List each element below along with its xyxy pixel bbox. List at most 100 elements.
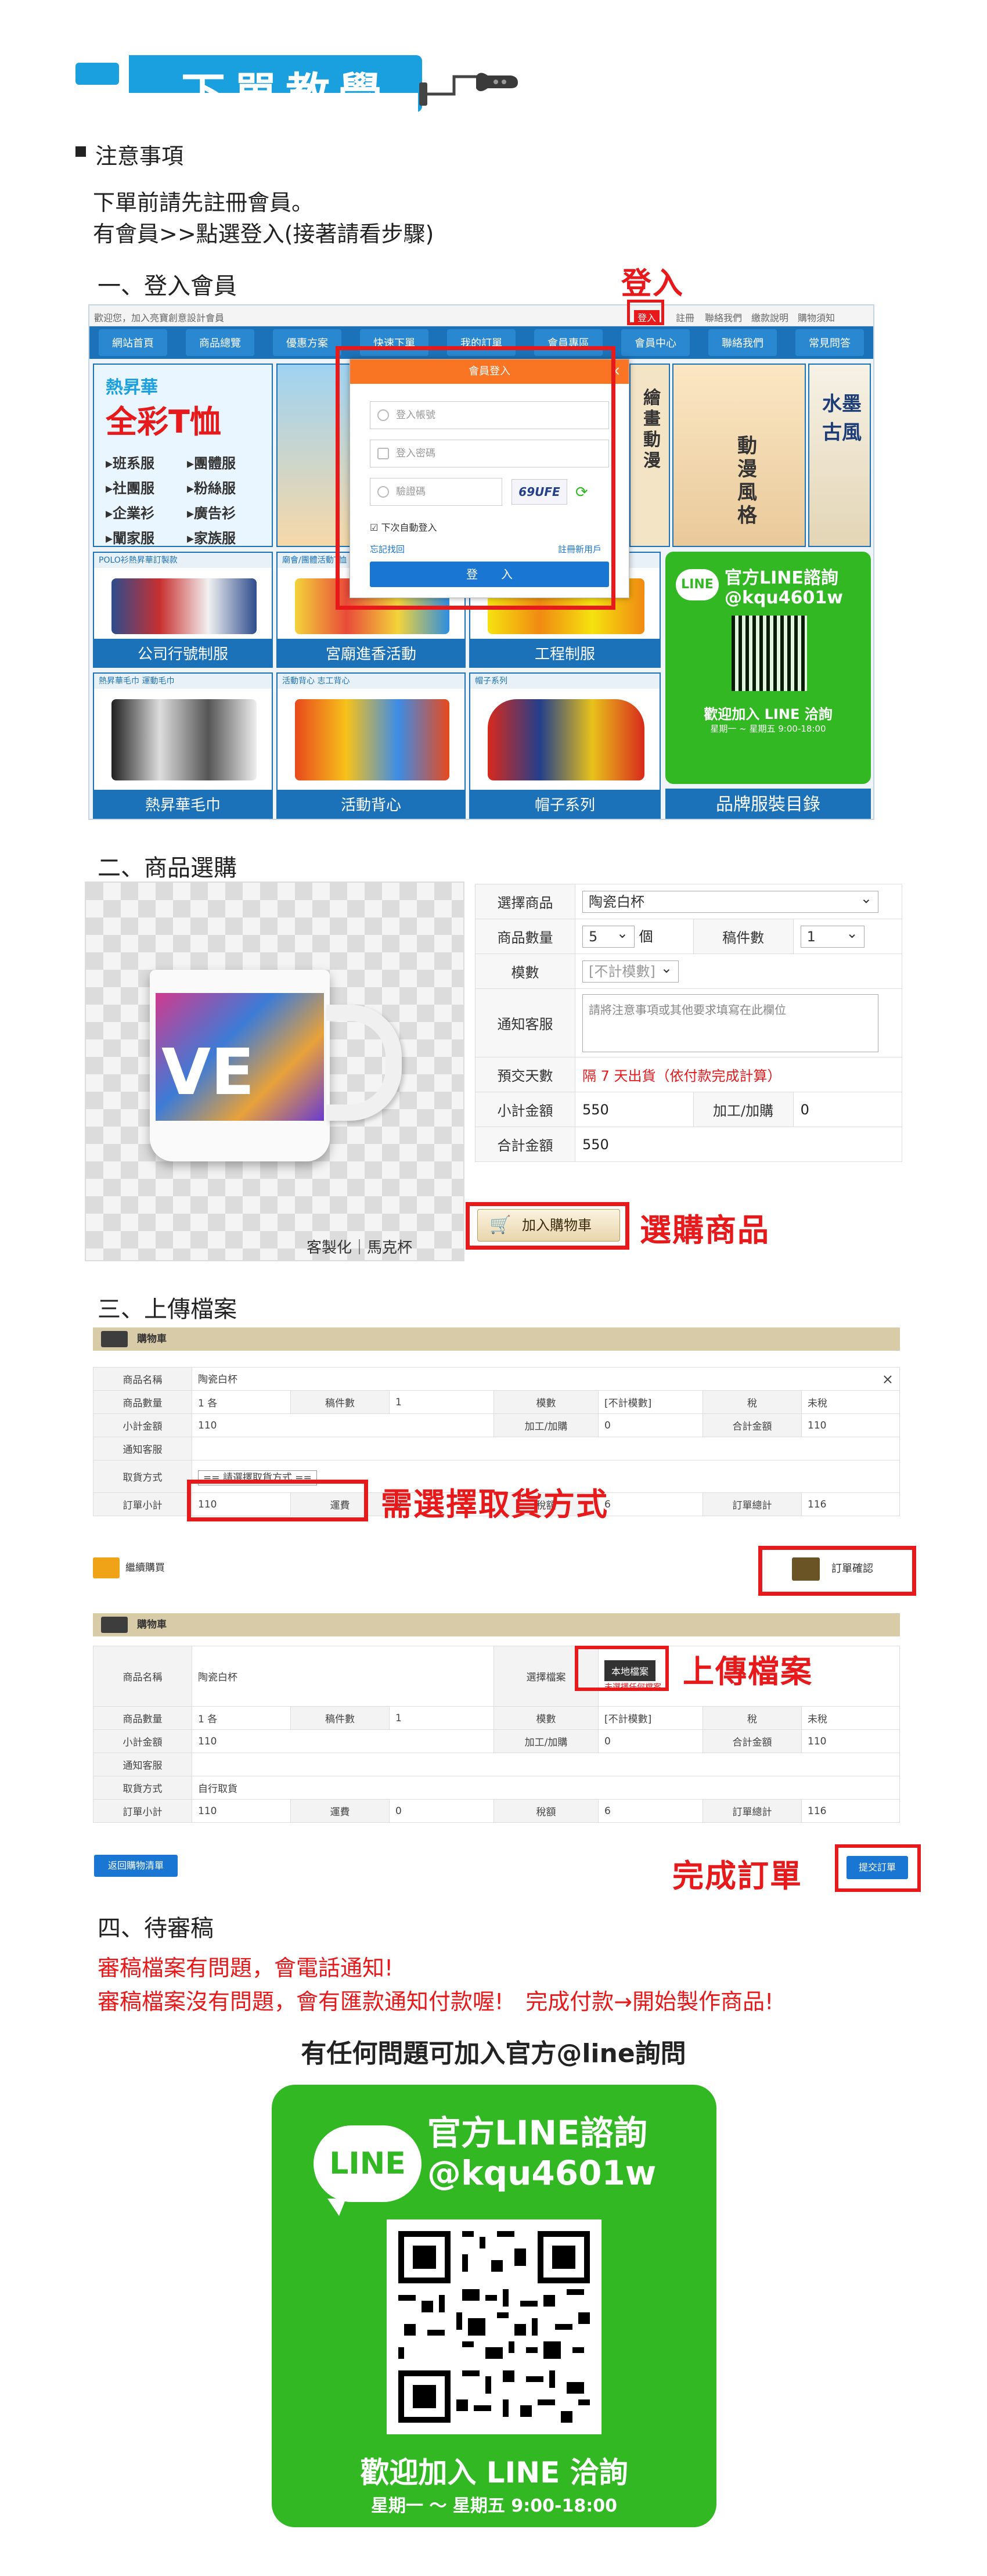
cap-image [488,699,644,780]
step3-title: 三、上傳檔案 [98,1296,237,1323]
line-promo-welcome: 歡迎加入 LINE 洽詢 [704,706,833,722]
product-option-table: 選擇商品 陶瓷白杯 商品數量 5 個 稿件數 1 模數 [不計模數] 通知客服 … [475,884,903,1162]
line-promo-panel[interactable]: LINE 官方LINE諮詢 @kqu4601w 歡迎加入 LINE 洽詢 星期一… [665,552,871,784]
nav-member-center[interactable]: 會員中心 [621,329,690,356]
towel-image [111,699,257,780]
notify-textarea[interactable]: 請將注意事項或其他要求填寫在此欄位 [582,994,878,1052]
topbar-shopping-link[interactable]: 購物須知 [798,310,835,324]
step2-title: 二、商品選購 [98,855,237,882]
tile-caption: 品牌服裝目錄 [667,790,870,818]
hero-brand: 熱昇華 [106,377,158,398]
copies-value: 1 [389,1390,494,1414]
table-row: 合計金額 550 [475,1127,902,1162]
qr-code-graphic [398,2231,590,2423]
tile-caption: 工程制服 [470,639,660,667]
tax-amount-value: 6 [598,1799,703,1823]
line-promo-hours: 星期一 ~ 星期五 9:00-18:00 [710,724,826,734]
table-row: 通知客服 請將注意事項或其他要求填寫在此欄位 [475,988,902,1057]
bullet-square-icon [75,146,86,157]
mug-handle [326,1005,402,1121]
table-row: 預交天數 隔 7 天出貨（依付款完成計算） [475,1057,902,1092]
cart-icon [101,1617,128,1633]
nav-offers[interactable]: 優惠方案 [273,329,341,356]
back-to-cart-button[interactable]: 返回購物清單 [94,1855,178,1877]
nav-home[interactable]: 網站首頁 [99,329,167,356]
pickup-label: 取貨方式 [93,1460,192,1493]
hero-item: ▸社團服 [106,480,155,497]
continue-shopping-button[interactable]: 繼續購買 [93,1556,165,1580]
style-cell: [不計模數] [575,954,902,989]
process-value: 0 [598,1729,703,1753]
nav-products[interactable]: 商品總覽 [186,329,254,356]
hero-tshirt-tile[interactable]: 熱昇華 全彩T恤 ▸班系服 ▸團體服 ▸社團服 ▸粉絲服 ▸企業衫 ▸廣告衫 ▸… [93,364,273,547]
tile-strip: 活動背心 志工背心 [278,674,464,689]
product-name-value: 陶瓷白杯 [192,1646,494,1707]
tax-value: 未稅 [801,1390,900,1414]
tile-strip: 熱昇華毛巾 運動毛巾 [94,674,272,689]
topbar-register-link[interactable]: 註冊 [676,310,694,324]
process-label: 加工/加購 [494,1413,599,1437]
product-label: 選擇商品 [475,884,575,919]
catalog-tile[interactable]: 品牌服裝目錄 [665,789,871,819]
notify-value[interactable] [192,1753,900,1776]
product-cell: 陶瓷白杯 [575,884,902,919]
line-promo-title: 官方LINE諮詢 [725,568,838,588]
product-image-caption: 客製化｜馬克杯 [307,1239,413,1257]
table-row: 通知客服 [93,1753,900,1776]
product-tile-company[interactable]: POLO衫熱昇華訂製款 公司行號制服 [93,552,273,668]
line-card-hours: 星期一 ～ 星期五 9:00-18:00 [371,2496,617,2516]
hero-item: ▸班系服 [106,455,155,472]
cart1-header-label: 購物車 [137,1333,167,1345]
banner-painting-text: 繪畫動漫 [643,388,661,471]
product-select[interactable]: 陶瓷白杯 [582,888,878,913]
hero-item: ▸闡家服 [106,530,155,546]
mug-body: VE [150,970,330,1161]
process-value: 0 [793,1092,903,1127]
line-contact-card[interactable]: LINE 官方LINE諮詢 @kqu4601w 歡迎加入 LINE 洽詢 星期一… [272,2085,716,2527]
style-value: [不計模數] [598,1390,703,1414]
tax-value: 未稅 [801,1706,900,1730]
nav-contact[interactable]: 聯絡我們 [708,329,777,356]
subtotal-label: 小計金額 [93,1729,192,1753]
product-tile-vest[interactable]: 活動背心 志工背心 活動背心 [276,672,466,819]
style-select[interactable]: [不計模數] [582,958,679,983]
tile-caption: 帽子系列 [470,790,660,818]
process-label: 加工/加購 [693,1092,794,1127]
qty-cell: 5 個 [575,919,694,954]
topbar-contact-link[interactable]: 聯絡我們 [705,310,742,324]
qty-value: 1 各 [192,1706,291,1730]
contact-heading: 有任何問題可加入官方@line詢問 [301,2039,686,2068]
total-label: 合計金額 [475,1127,575,1162]
tax-amount-value: 6 [598,1492,703,1516]
buy-callout: 選購商品 [640,1212,770,1249]
line-logo-icon: LINE [314,2125,422,2202]
table-row: 模數 [不計模數] [475,954,902,989]
tile-caption: 公司行號制服 [94,639,272,667]
topbar-payment-link[interactable]: 繳款說明 [751,310,788,324]
mug-text: VE [161,1035,255,1109]
nav-faq[interactable]: 常見問答 [795,329,864,356]
cart2-header: 購物車 [93,1613,900,1636]
site-topbar: 歡迎您，加入亮寶創意設計會員 登入 註冊 聯絡我們 繳款說明 購物須知 [89,305,873,326]
page-title: 下單教學 [181,68,390,120]
banner-painting-panel: 繪畫動漫 [629,364,670,547]
notify-label: 通知客服 [93,1437,192,1460]
close-icon[interactable]: × [882,1371,894,1387]
line-logo-tail [327,2199,346,2216]
notify-value[interactable] [192,1437,900,1460]
product-tile-caps[interactable]: 帽子系列 帽子系列 [469,672,661,819]
hero-item: ▸團體服 [187,455,236,472]
line-promo-id: @kqu4601w [725,588,843,608]
qty-input[interactable]: 5 [582,923,635,948]
product-name-label: 商品名稱 [93,1367,192,1391]
vest-image [295,699,449,780]
tile-caption: 宮廟進香活動 [278,639,464,667]
copies-select[interactable]: 1 [800,923,864,948]
hero-item: ▸粉絲服 [187,480,236,497]
upload-callout: 上傳檔案 [683,1653,813,1690]
notify-label: 通知客服 [475,988,575,1057]
order-total-value: 116 [801,1492,900,1516]
paint-roller-icon [419,73,518,106]
hero-title: 全彩T恤 [106,404,221,440]
product-tile-towel[interactable]: 熱昇華毛巾 運動毛巾 熱昇華毛巾 [93,672,273,819]
